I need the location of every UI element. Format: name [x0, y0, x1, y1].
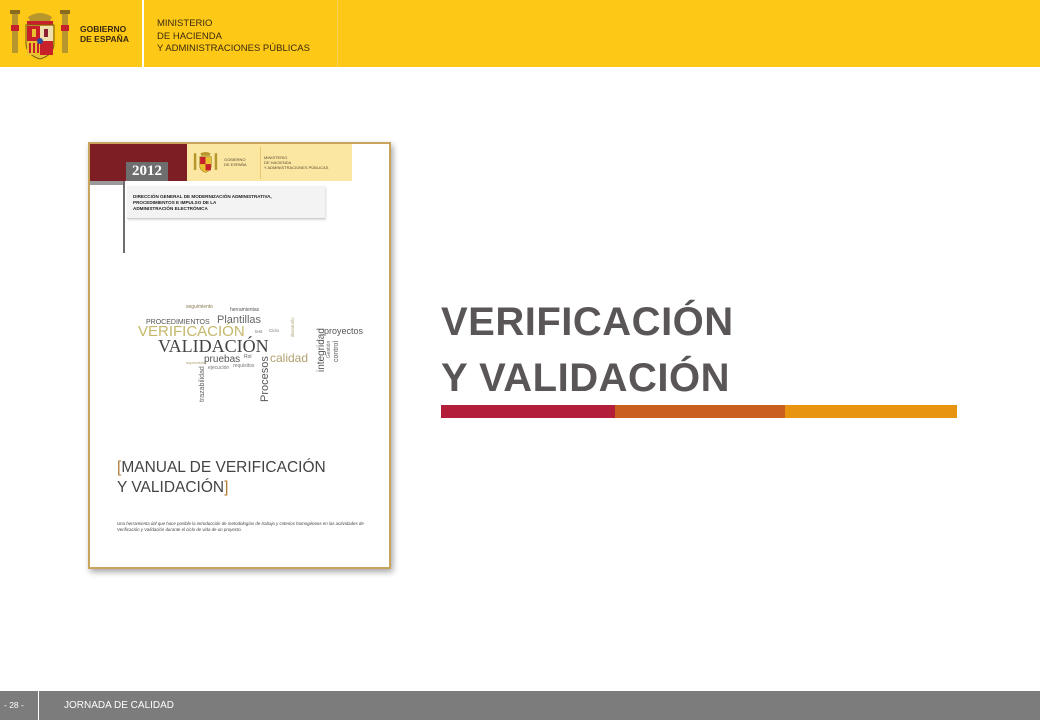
page-number: - 28 -: [4, 700, 24, 710]
accent-bar-yellow: [785, 405, 957, 418]
government-line1: GOBIERNO: [80, 24, 127, 34]
government-name: GOBIERNO DE ESPAÑA: [80, 24, 129, 44]
slide-title-line1: VERIFICACIÓN: [441, 300, 734, 344]
word-validacion: VALIDACIÓN: [158, 335, 269, 356]
word-calidad: calidad: [270, 351, 308, 365]
footer-label: JORNADA DE CALIDAD: [64, 700, 175, 711]
header-divider-2: [337, 0, 338, 67]
word-ejecucion: ejecución: [208, 365, 229, 371]
slide-title: VERIFICACIÓN Y VALIDACIÓN: [441, 294, 734, 406]
word-cloud: seguimiento herramientas PROCEDIMIENTOS …: [138, 304, 364, 402]
ministry-line2: DE HACIENDA: [157, 30, 222, 42]
word-trazabilidad: trazabilidad: [199, 366, 206, 402]
word-requisitos: requisitos: [233, 363, 255, 369]
word-gestion: Gestión: [326, 341, 332, 358]
header-divider: [142, 0, 144, 67]
word-seguimiento: seguimiento: [186, 304, 213, 310]
header-bar: [0, 0, 1040, 67]
government-logo: GOBIERNO DE ESPAÑA: [0, 0, 142, 67]
ministry-line1: MINISTERIO: [157, 18, 213, 29]
word-control: control: [333, 341, 340, 362]
ministry-name: MINISTERIO DE HACIENDA Y ADMINISTRACIONE…: [157, 18, 310, 56]
cover-title: [MANUAL DE VERIFICACIÓN Y VALIDACIÓN]: [117, 458, 326, 498]
government-line2: DE ESPAÑA: [80, 34, 129, 44]
word-ciclo: Ciclo: [269, 328, 279, 333]
cover-title-close-bracket: ]: [224, 479, 229, 496]
word-rol: Rol: [244, 354, 252, 360]
accent-bar-red: [441, 405, 615, 418]
word-desarrollo: desarrollo: [290, 317, 295, 337]
cover-description: Una herramienta útil que hace posible la…: [117, 521, 364, 532]
coat-of-arms-icon: [10, 10, 70, 60]
footer-divider: [38, 691, 39, 720]
manual-cover-image: 2012 GOBIERNO DE ESPAÑA MINISTERIO DE HA…: [88, 142, 391, 569]
word-supervision: supervisión: [186, 360, 206, 365]
word-test: test: [255, 329, 263, 334]
slide-title-line2: Y VALIDACIÓN: [441, 356, 730, 400]
word-proyectos: proyectos: [324, 326, 364, 336]
word-procesos: Procesos: [259, 356, 271, 402]
cover-title-line2: Y VALIDACIÓN: [117, 479, 225, 496]
cover-title-line1: MANUAL DE VERIFICACIÓN: [121, 459, 326, 476]
ministry-line3: Y ADMINISTRACIONES PÚBLICAS: [157, 43, 310, 54]
accent-bar-orange: [615, 405, 785, 418]
word-herramientas: herramientas: [230, 307, 260, 313]
